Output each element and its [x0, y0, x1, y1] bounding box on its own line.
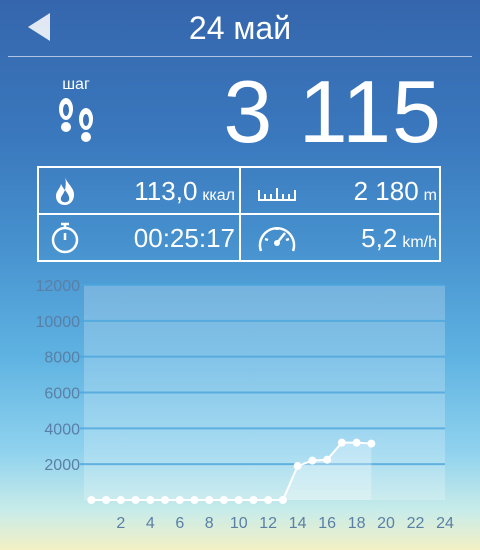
speedometer-icon: [258, 227, 296, 252]
data-point: [278, 496, 287, 504]
calories-value-wrap: 113,0 ккал: [134, 176, 235, 207]
y-tick-label: 10000: [36, 314, 81, 331]
stopwatch-icon: [51, 222, 79, 254]
step-count: 3 115: [223, 62, 442, 161]
data-point: [308, 456, 317, 465]
x-tick-label: 12: [259, 515, 277, 532]
x-tick-label: 14: [289, 515, 307, 532]
y-tick-label: 4000: [44, 421, 80, 438]
distance-cell: 2 180 m: [241, 168, 441, 213]
x-tick-label: 18: [348, 515, 366, 532]
speed-value: 5,2: [361, 223, 398, 253]
steps-label: шаг: [62, 76, 90, 93]
data-point: [205, 496, 214, 504]
data-point: [323, 455, 332, 464]
data-point: [146, 496, 155, 504]
data-point: [175, 496, 184, 504]
distance-unit: m: [423, 187, 437, 204]
data-point: [102, 496, 111, 504]
data-point: [234, 496, 243, 504]
data-point: [161, 496, 170, 504]
header: 24 май: [0, 0, 480, 57]
x-tick-label: 8: [205, 515, 214, 532]
footprints-icon: [59, 98, 93, 142]
calories-value: 113,0: [134, 176, 198, 206]
distance-value: 2 180: [353, 176, 419, 206]
y-tick-label: 2000: [44, 457, 80, 474]
y-tick-label: 6000: [44, 386, 80, 403]
x-tick-label: 24: [436, 515, 454, 532]
distance-value-wrap: 2 180 m: [354, 176, 437, 207]
data-point: [249, 496, 258, 504]
x-tick-label: 6: [175, 515, 184, 532]
ruler-icon: [258, 188, 296, 201]
x-tick-label: 20: [377, 515, 395, 532]
data-point: [337, 438, 346, 447]
data-point: [219, 496, 228, 504]
x-tick-label: 10: [230, 515, 248, 532]
duration-cell: 00:25:17: [39, 215, 239, 260]
duration-value-wrap: 00:25:17: [134, 223, 235, 254]
x-tick-label: 16: [318, 515, 336, 532]
data-point: [116, 496, 125, 504]
x-tick-label: 2: [116, 515, 125, 532]
stats-grid: 113,0 ккал 2 180 m 00:25:17 5,2 km/h: [37, 166, 441, 262]
y-tick-label: 8000: [44, 350, 80, 367]
x-tick-label: 22: [407, 515, 425, 532]
page-title: 24 май: [188, 10, 292, 46]
duration-value: 00:25:17: [133, 223, 235, 253]
data-point: [352, 438, 361, 447]
calories-cell: 113,0 ккал: [39, 168, 239, 213]
calories-unit: ккал: [202, 187, 235, 204]
flame-icon: [56, 177, 75, 205]
data-point: [367, 439, 376, 448]
header-divider: [8, 56, 472, 57]
speed-unit: km/h: [402, 234, 437, 251]
data-point: [131, 496, 140, 504]
steps-chart: 200040006000800010000120002 4 6 8 10 12 14 16 18…: [36, 278, 455, 532]
data-point: [87, 496, 96, 504]
y-tick-label: 12000: [36, 278, 81, 295]
data-point: [190, 496, 199, 504]
data-point: [264, 496, 273, 504]
x-tick-label: 4: [146, 515, 155, 532]
data-point: [293, 461, 302, 470]
speed-value-wrap: 5,2 km/h: [361, 223, 437, 254]
speed-cell: 5,2 km/h: [241, 215, 441, 260]
